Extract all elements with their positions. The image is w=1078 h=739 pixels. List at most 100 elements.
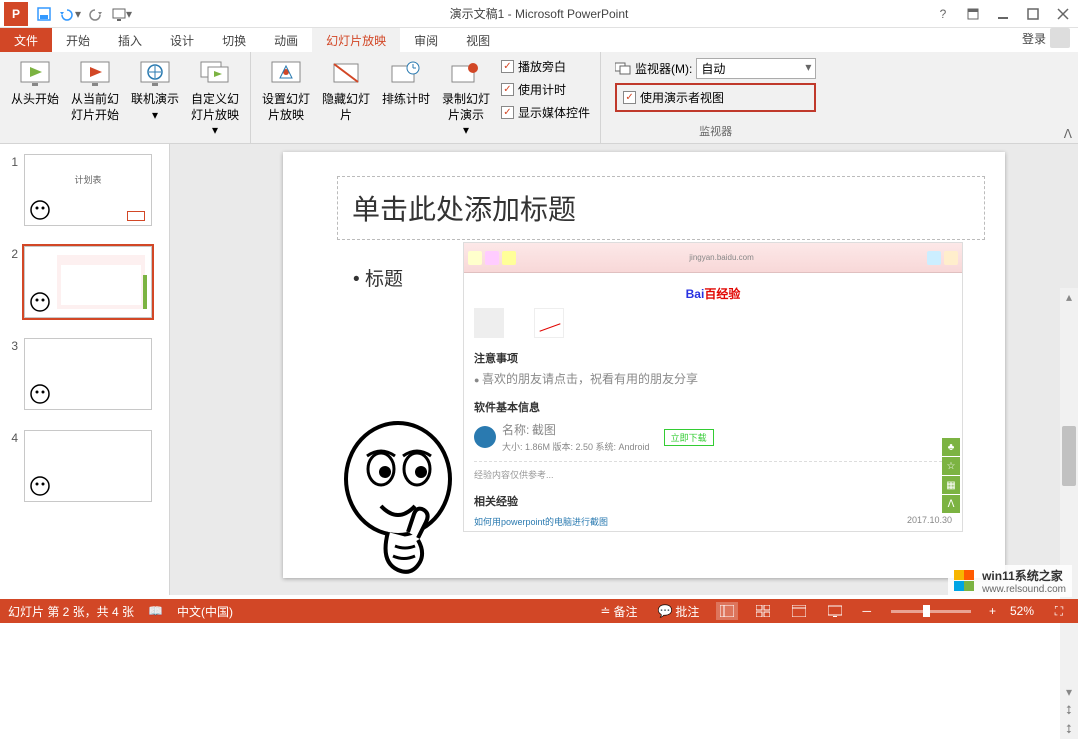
- tab-home[interactable]: 开始: [52, 28, 104, 52]
- play-narrations-checkbox[interactable]: ✓播放旁白: [497, 56, 594, 77]
- ribbon-group-setup: 设置幻灯片放映 隐藏幻灯片 排练计时 录制幻灯片演示▾ ✓播放旁白 ✓使用计时 …: [251, 52, 601, 143]
- tab-slideshow[interactable]: 幻灯片放映: [312, 28, 400, 52]
- slideshow-qat-icon[interactable]: ▾: [110, 2, 134, 26]
- custom-slideshow-icon: [199, 58, 231, 90]
- window-title: 演示文稿1 - Microsoft PowerPoint: [450, 5, 629, 22]
- slide-thumb-4[interactable]: 4: [0, 426, 169, 518]
- tab-view[interactable]: 视图: [452, 28, 504, 52]
- spellcheck-icon[interactable]: 📖: [148, 604, 163, 618]
- browser-body: Bai百经验 注意事项 ● 喜欢的朋友请点击，祝看有用的朋友分享 软件基本信息 …: [464, 273, 962, 532]
- ribbon-group-monitors: 监视器(M): 自动 ✓使用演示者视图 监视器: [601, 52, 830, 143]
- slide-canvas[interactable]: 单击此处添加标题 标题 jingyan.baidu.com Bai百经验: [283, 152, 1005, 578]
- browser-tab-icon: [502, 251, 516, 265]
- app-icon: P: [4, 2, 28, 26]
- from-current-icon: [79, 58, 111, 90]
- monitor-icon: [615, 62, 631, 76]
- vertical-scrollbar[interactable]: ▴ ▾ ⭥ ⭥: [1060, 288, 1078, 739]
- setup-slideshow-icon: [270, 58, 302, 90]
- slide-thumbnail[interactable]: 计划表: [24, 154, 152, 226]
- ribbon-options-icon[interactable]: [958, 0, 988, 28]
- zoom-handle[interactable]: [923, 605, 930, 617]
- meme-face-icon: [29, 475, 51, 497]
- slide-thumbnail[interactable]: [24, 246, 152, 318]
- record-slideshow-icon: [450, 58, 482, 90]
- reading-view-icon[interactable]: [788, 602, 810, 620]
- slide-thumbnails-panel[interactable]: 1 计划表 2 3 4: [0, 144, 170, 595]
- rehearse-timings-button[interactable]: 排练计时: [377, 54, 435, 112]
- ribbon: 从头开始 从当前幻灯片开始 联机演示▾ 自定义幻灯片放映▾ 开始放映幻灯片 设置…: [0, 52, 1078, 144]
- ribbon-group-start: 从头开始 从当前幻灯片开始 联机演示▾ 自定义幻灯片放映▾ 开始放映幻灯片: [0, 52, 251, 143]
- title-placeholder[interactable]: 单击此处添加标题: [337, 176, 985, 240]
- workspace: 1 计划表 2 3 4: [0, 144, 1078, 595]
- tab-transitions[interactable]: 切换: [208, 28, 260, 52]
- monitor-label: 监视器(M):: [635, 60, 692, 77]
- slide-counter[interactable]: 幻灯片 第 2 张，共 4 张: [8, 603, 134, 620]
- zoom-level[interactable]: 52%: [1010, 604, 1034, 618]
- slide-thumbnail[interactable]: [24, 430, 152, 502]
- present-online-button[interactable]: 联机演示▾: [126, 54, 184, 127]
- download-button: 立即下载: [664, 429, 714, 446]
- fit-to-window-icon[interactable]: ⛶: [1048, 602, 1070, 620]
- login-button[interactable]: 登录: [1014, 24, 1078, 52]
- scrollbar-thumb[interactable]: [1062, 426, 1076, 486]
- meme-face-image[interactable]: [333, 414, 473, 574]
- tab-animations[interactable]: 动画: [260, 28, 312, 52]
- side-tab-icon: ☆: [942, 457, 960, 475]
- save-icon[interactable]: [32, 2, 56, 26]
- tab-review[interactable]: 审阅: [400, 28, 452, 52]
- slide-thumbnail[interactable]: [24, 338, 152, 410]
- meme-face-icon: [29, 199, 51, 221]
- comments-button[interactable]: 💬 批注: [654, 603, 702, 620]
- group-label-monitors: 监视器: [607, 121, 824, 141]
- tab-file[interactable]: 文件: [0, 28, 52, 52]
- hide-slide-icon: [330, 58, 362, 90]
- record-slideshow-button[interactable]: 录制幻灯片演示▾: [437, 54, 495, 143]
- browser-tab-icon: [485, 251, 499, 265]
- collapse-ribbon-icon[interactable]: ᐱ: [1064, 127, 1072, 141]
- tab-insert[interactable]: 插入: [104, 28, 156, 52]
- status-bar: 幻灯片 第 2 张，共 4 张 📖 中文(中国) ≐ 备注 💬 批注 ─ + 5…: [0, 599, 1078, 623]
- show-media-controls-checkbox[interactable]: ✓显示媒体控件: [497, 102, 594, 123]
- notes-button[interactable]: ≐ 备注: [597, 603, 640, 620]
- checkbox-icon: ✓: [501, 83, 514, 96]
- rehearse-timings-icon: [390, 58, 422, 90]
- browser-tool-icon: [927, 251, 941, 265]
- language-indicator[interactable]: 中文(中国): [177, 603, 233, 620]
- monitor-select[interactable]: 自动: [696, 58, 816, 79]
- slide-thumb-1[interactable]: 1 计划表: [0, 150, 169, 242]
- slide-thumb-3[interactable]: 3: [0, 334, 169, 426]
- embedded-browser-image[interactable]: jingyan.baidu.com Bai百经验 注意事项 ● 喜欢的朋友请点击…: [463, 242, 963, 532]
- browser-tool-icon: [944, 251, 958, 265]
- sorter-view-icon[interactable]: [752, 602, 774, 620]
- from-beginning-button[interactable]: 从头开始: [6, 54, 64, 112]
- watermark-text: win11系统之家: [982, 567, 1066, 584]
- zoom-slider[interactable]: [891, 610, 971, 613]
- help-icon[interactable]: ?: [928, 0, 958, 28]
- watermark-url: www.relsound.com: [982, 584, 1066, 595]
- login-label: 登录: [1022, 30, 1046, 47]
- title-placeholder-text: 单击此处添加标题: [352, 188, 576, 228]
- setup-slideshow-button[interactable]: 设置幻灯片放映: [257, 54, 315, 127]
- normal-view-icon[interactable]: [716, 602, 738, 620]
- content-bullet[interactable]: 标题: [353, 264, 403, 291]
- app-icon: [474, 426, 496, 448]
- avatar-icon: [1050, 28, 1070, 48]
- use-timings-checkbox[interactable]: ✓使用计时: [497, 79, 594, 100]
- redo-icon[interactable]: [84, 2, 108, 26]
- hide-slide-button[interactable]: 隐藏幻灯片: [317, 54, 375, 127]
- title-bar: P ▾ ▾ 演示文稿1 - Microsoft PowerPoint ?: [0, 0, 1078, 28]
- slideshow-view-icon[interactable]: [824, 602, 846, 620]
- tab-design[interactable]: 设计: [156, 28, 208, 52]
- slide-editor-area[interactable]: 单击此处添加标题 标题 jingyan.baidu.com Bai百经验: [170, 144, 1078, 595]
- meme-face-icon: [29, 383, 51, 405]
- quick-access-toolbar: ▾ ▾: [32, 2, 134, 26]
- from-current-button[interactable]: 从当前幻灯片开始: [66, 54, 124, 127]
- undo-icon[interactable]: ▾: [58, 2, 82, 26]
- use-presenter-view-checkbox[interactable]: ✓使用演示者视图: [623, 89, 796, 106]
- slide-thumb-2[interactable]: 2: [0, 242, 169, 334]
- meme-face-icon: [29, 291, 51, 313]
- custom-slideshow-button[interactable]: 自定义幻灯片放映▾: [186, 54, 244, 143]
- ribbon-tabs: 文件 开始 插入 设计 切换 动画 幻灯片放映 审阅 视图 登录: [0, 28, 1078, 52]
- browser-chrome: jingyan.baidu.com: [464, 243, 962, 273]
- checkbox-icon: ✓: [501, 106, 514, 119]
